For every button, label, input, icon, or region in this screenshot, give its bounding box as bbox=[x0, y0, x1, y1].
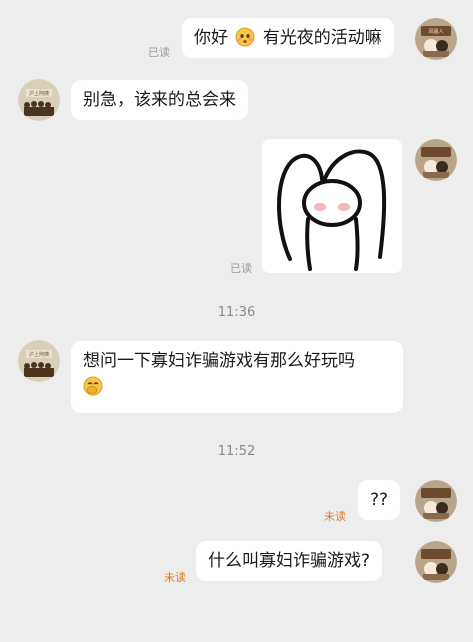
message-bubble[interactable]: ?? bbox=[358, 480, 401, 520]
message-text: ?? bbox=[370, 490, 389, 510]
shy-face-emoji-icon bbox=[235, 27, 255, 47]
message-bubble[interactable]: 什么叫寡妇诈骗游戏? bbox=[196, 541, 383, 581]
self-avatar[interactable] bbox=[415, 541, 457, 583]
self-avatar[interactable] bbox=[415, 139, 457, 181]
sticker-image bbox=[262, 139, 402, 273]
message-text: 什么叫寡妇诈骗游戏? bbox=[208, 551, 371, 571]
svg-text:沪上阿姨: 沪上阿姨 bbox=[29, 90, 49, 97]
read-status: 已读 bbox=[230, 262, 252, 275]
message-bubble[interactable]: 你好 有光夜的活动嘛 bbox=[182, 18, 394, 58]
contact-avatar[interactable]: 沪上阿姨 bbox=[18, 79, 60, 121]
unread-status: 未读 bbox=[164, 571, 186, 584]
message-text: 有光夜的活动嘛 bbox=[262, 28, 382, 48]
unread-status: 未读 bbox=[324, 510, 346, 523]
self-avatar[interactable]: 风骚人 bbox=[415, 18, 457, 60]
message-text: 别急，该来的总会来 bbox=[83, 90, 236, 110]
read-status: 已读 bbox=[148, 46, 170, 59]
message-text: 想问一下寡妇诈骗游戏有那么好玩吗 bbox=[83, 351, 355, 371]
message-text: 你好 bbox=[194, 28, 228, 48]
svg-text:风骚人: 风骚人 bbox=[428, 28, 443, 35]
self-avatar[interactable] bbox=[415, 480, 457, 522]
timestamp: 11:36 bbox=[217, 305, 256, 320]
contact-avatar[interactable]: 沪上阿姨 bbox=[18, 340, 60, 382]
timestamp: 11:52 bbox=[217, 444, 256, 459]
laughing-cover-mouth-emoji-icon bbox=[83, 376, 103, 396]
svg-text:沪上阿姨: 沪上阿姨 bbox=[29, 351, 49, 358]
message-bubble[interactable]: 别急，该来的总会来 bbox=[71, 80, 248, 120]
message-bubble[interactable]: 想问一下寡妇诈骗游戏有那么好玩吗 bbox=[71, 341, 403, 413]
arms-up-blush-sticker[interactable] bbox=[262, 139, 402, 273]
